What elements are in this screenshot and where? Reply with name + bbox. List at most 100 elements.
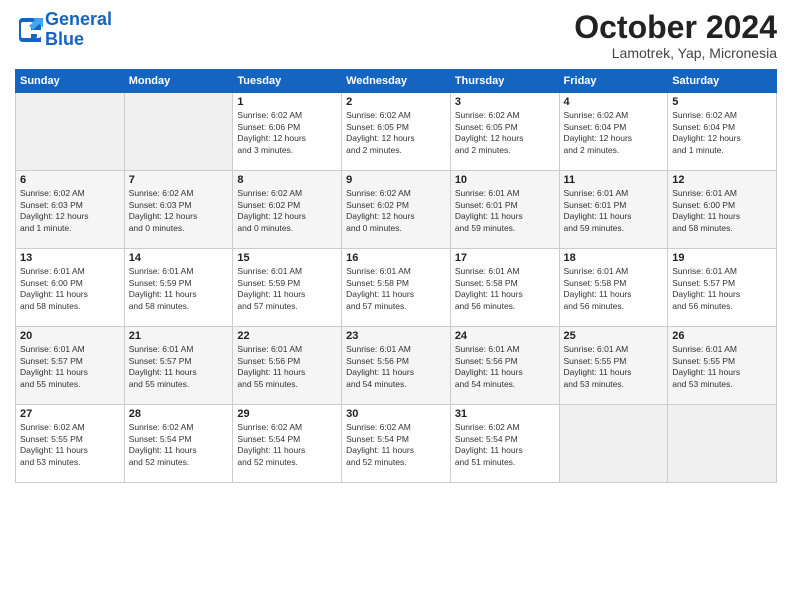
- day-number: 3: [455, 96, 555, 108]
- day-info: Sunrise: 6:02 AM Sunset: 6:04 PM Dayligh…: [672, 110, 772, 156]
- day-info: Sunrise: 6:02 AM Sunset: 6:02 PM Dayligh…: [237, 188, 337, 234]
- logo-line2: Blue: [45, 29, 84, 49]
- day-number: 31: [455, 408, 555, 420]
- day-cell: 13Sunrise: 6:01 AM Sunset: 6:00 PM Dayli…: [16, 249, 125, 327]
- day-cell: 11 Sunrise: 6:01 AM Sunset: 6:01 PM Dayli…: [559, 171, 668, 249]
- day-info: Sunrise: 6:01 AM Sunset: 5:57 PM Dayligh…: [20, 344, 120, 390]
- day-cell: [668, 405, 777, 483]
- header-cell-thursday: Thursday: [450, 70, 559, 93]
- day-info: Sunrise: 6:02 AM Sunset: 6:06 PM Dayligh…: [237, 110, 337, 156]
- day-info: Sunrise: 6:01 AM Sunset: 6:01 PM Dayligh…: [455, 188, 555, 234]
- day-number: 14: [129, 252, 229, 264]
- day-number: 22: [237, 330, 337, 342]
- day-number: 15: [237, 252, 337, 264]
- day-cell: 4Sunrise: 6:02 AM Sunset: 6:04 PM Daylig…: [559, 93, 668, 171]
- day-cell: 25Sunrise: 6:01 AM Sunset: 5:55 PM Dayli…: [559, 327, 668, 405]
- day-number: 21: [129, 330, 229, 342]
- day-info: Sunrise: 6:02 AM Sunset: 6:03 PM Dayligh…: [129, 188, 229, 234]
- day-cell: 3Sunrise: 6:02 AM Sunset: 6:05 PM Daylig…: [450, 93, 559, 171]
- day-info: Sunrise: 6:02 AM Sunset: 5:54 PM Dayligh…: [455, 422, 555, 468]
- calendar-table: SundayMondayTuesdayWednesdayThursdayFrid…: [15, 69, 777, 483]
- day-cell: 2 Sunrise: 6:02 AM Sunset: 6:05 PM Daylig…: [342, 93, 451, 171]
- day-cell: 30Sunrise: 6:02 AM Sunset: 5:54 PM Dayli…: [342, 405, 451, 483]
- day-number: 12: [672, 174, 772, 186]
- day-number: 19: [672, 252, 772, 264]
- day-number: 26: [672, 330, 772, 342]
- day-cell: 14 Sunrise: 6:01 AM Sunset: 5:59 PM Dayli…: [124, 249, 233, 327]
- day-info: Sunrise: 6:02 AM Sunset: 5:54 PM Dayligh…: [129, 422, 229, 468]
- day-cell: 18 Sunrise: 6:01 AM Sunset: 5:58 PM Dayli…: [559, 249, 668, 327]
- day-info: Sunrise: 6:01 AM Sunset: 5:56 PM Dayligh…: [237, 344, 337, 390]
- location: Lamotrek, Yap, Micronesia: [574, 45, 777, 61]
- day-cell: 27 Sunrise: 6:02 AM Sunset: 5:55 PM Dayli…: [16, 405, 125, 483]
- day-number: 7: [129, 174, 229, 186]
- day-cell: 16Sunrise: 6:01 AM Sunset: 5:58 PM Dayli…: [342, 249, 451, 327]
- day-info: Sunrise: 6:01 AM Sunset: 5:59 PM Dayligh…: [237, 266, 337, 312]
- header-cell-friday: Friday: [559, 70, 668, 93]
- header-cell-wednesday: Wednesday: [342, 70, 451, 93]
- week-row-1: 1 Sunrise: 6:02 AM Sunset: 6:06 PM Daylig…: [16, 93, 777, 171]
- week-row-5: 27 Sunrise: 6:02 AM Sunset: 5:55 PM Dayli…: [16, 405, 777, 483]
- day-number: 8: [237, 174, 337, 186]
- day-info: Sunrise: 6:02 AM Sunset: 5:54 PM Dayligh…: [346, 422, 446, 468]
- day-info: Sunrise: 6:02 AM Sunset: 5:54 PM Dayligh…: [237, 422, 337, 468]
- day-cell: [16, 93, 125, 171]
- day-cell: 23Sunrise: 6:01 AM Sunset: 5:56 PM Dayli…: [342, 327, 451, 405]
- day-info: Sunrise: 6:02 AM Sunset: 6:05 PM Dayligh…: [346, 110, 446, 156]
- day-cell: 6Sunrise: 6:02 AM Sunset: 6:03 PM Daylig…: [16, 171, 125, 249]
- page: General Blue October 2024 Lamotrek, Yap,…: [0, 0, 792, 493]
- day-number: 2: [346, 96, 446, 108]
- day-info: Sunrise: 6:01 AM Sunset: 5:57 PM Dayligh…: [129, 344, 229, 390]
- title-block: October 2024 Lamotrek, Yap, Micronesia: [574, 10, 777, 61]
- day-cell: 31 Sunrise: 6:02 AM Sunset: 5:54 PM Dayli…: [450, 405, 559, 483]
- day-number: 13: [20, 252, 120, 264]
- day-info: Sunrise: 6:01 AM Sunset: 5:56 PM Dayligh…: [455, 344, 555, 390]
- day-number: 20: [20, 330, 120, 342]
- day-number: 4: [564, 96, 664, 108]
- day-cell: [559, 405, 668, 483]
- header-cell-sunday: Sunday: [16, 70, 125, 93]
- day-cell: 1 Sunrise: 6:02 AM Sunset: 6:06 PM Daylig…: [233, 93, 342, 171]
- day-info: Sunrise: 6:01 AM Sunset: 5:55 PM Dayligh…: [672, 344, 772, 390]
- day-cell: 15 Sunrise: 6:01 AM Sunset: 5:59 PM Dayli…: [233, 249, 342, 327]
- day-info: Sunrise: 6:02 AM Sunset: 5:55 PM Dayligh…: [20, 422, 120, 468]
- day-number: 16: [346, 252, 446, 264]
- month-title: October 2024: [574, 10, 777, 45]
- day-info: Sunrise: 6:01 AM Sunset: 5:58 PM Dayligh…: [564, 266, 664, 312]
- day-cell: 26 Sunrise: 6:01 AM Sunset: 5:55 PM Dayli…: [668, 327, 777, 405]
- day-number: 18: [564, 252, 664, 264]
- day-cell: 9Sunrise: 6:02 AM Sunset: 6:02 PM Daylig…: [342, 171, 451, 249]
- day-number: 5: [672, 96, 772, 108]
- day-number: 24: [455, 330, 555, 342]
- day-cell: 21 Sunrise: 6:01 AM Sunset: 5:57 PM Dayli…: [124, 327, 233, 405]
- day-number: 27: [20, 408, 120, 420]
- day-cell: 8 Sunrise: 6:02 AM Sunset: 6:02 PM Daylig…: [233, 171, 342, 249]
- day-cell: 19Sunrise: 6:01 AM Sunset: 5:57 PM Dayli…: [668, 249, 777, 327]
- day-info: Sunrise: 6:01 AM Sunset: 5:56 PM Dayligh…: [346, 344, 446, 390]
- day-cell: 12 Sunrise: 6:01 AM Sunset: 6:00 PM Dayli…: [668, 171, 777, 249]
- day-number: 25: [564, 330, 664, 342]
- week-row-2: 6Sunrise: 6:02 AM Sunset: 6:03 PM Daylig…: [16, 171, 777, 249]
- header-row: SundayMondayTuesdayWednesdayThursdayFrid…: [16, 70, 777, 93]
- day-cell: 24 Sunrise: 6:01 AM Sunset: 5:56 PM Dayli…: [450, 327, 559, 405]
- week-row-4: 20 Sunrise: 6:01 AM Sunset: 5:57 PM Dayli…: [16, 327, 777, 405]
- day-number: 11: [564, 174, 664, 186]
- day-cell: 7 Sunrise: 6:02 AM Sunset: 6:03 PM Daylig…: [124, 171, 233, 249]
- day-number: 10: [455, 174, 555, 186]
- day-number: 1: [237, 96, 337, 108]
- day-info: Sunrise: 6:01 AM Sunset: 5:59 PM Dayligh…: [129, 266, 229, 312]
- week-row-3: 13Sunrise: 6:01 AM Sunset: 6:00 PM Dayli…: [16, 249, 777, 327]
- day-cell: 29Sunrise: 6:02 AM Sunset: 5:54 PM Dayli…: [233, 405, 342, 483]
- day-cell: 10 Sunrise: 6:01 AM Sunset: 6:01 PM Dayli…: [450, 171, 559, 249]
- day-cell: 20 Sunrise: 6:01 AM Sunset: 5:57 PM Dayli…: [16, 327, 125, 405]
- logo-line1: General: [45, 9, 112, 29]
- day-number: 28: [129, 408, 229, 420]
- day-number: 9: [346, 174, 446, 186]
- logo: General Blue: [15, 10, 112, 50]
- day-cell: 17Sunrise: 6:01 AM Sunset: 5:58 PM Dayli…: [450, 249, 559, 327]
- day-info: Sunrise: 6:01 AM Sunset: 6:00 PM Dayligh…: [672, 188, 772, 234]
- day-cell: 22 Sunrise: 6:01 AM Sunset: 5:56 PM Dayli…: [233, 327, 342, 405]
- header-cell-saturday: Saturday: [668, 70, 777, 93]
- day-info: Sunrise: 6:01 AM Sunset: 6:01 PM Dayligh…: [564, 188, 664, 234]
- logo-icon: [15, 16, 43, 44]
